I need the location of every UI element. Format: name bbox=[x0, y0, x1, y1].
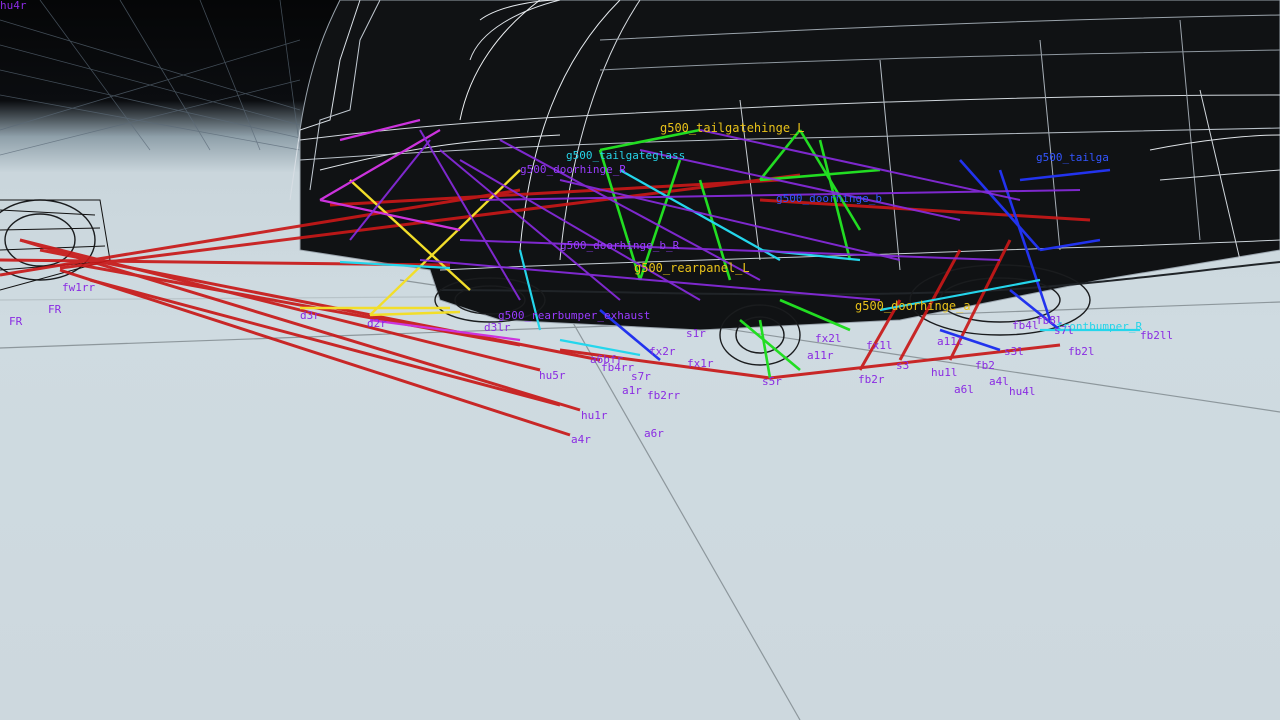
node-label-d3lr: d3lr bbox=[484, 321, 511, 334]
part-label-doorhinge-b-r: g500_doorhinge_b_R bbox=[560, 239, 680, 252]
node-label-hu5r: hu5r bbox=[539, 369, 566, 382]
part-label-tailgatehinge-l: g500_tailgatehinge_L bbox=[660, 121, 805, 135]
node-label-fx1r: fx1r bbox=[687, 357, 714, 370]
part-label-frontbumper-r: frontbumper_R bbox=[1056, 320, 1143, 333]
node-label-a6r: a6r bbox=[644, 427, 664, 440]
node-label-s5r: s5r bbox=[762, 375, 782, 388]
node-label-fb2: fb2 bbox=[975, 359, 995, 372]
node-label-hu1r: hu1r bbox=[581, 409, 608, 422]
node-label-fr2: FR bbox=[48, 303, 62, 316]
node-label-fb2l: fb2l bbox=[1068, 345, 1095, 358]
corner-node-tag: hu4r bbox=[0, 0, 27, 12]
sky-grid bbox=[0, 0, 301, 156]
node-label-fb4l: fb4l bbox=[1012, 319, 1039, 332]
vehicle-wireframe bbox=[289, 0, 1280, 331]
3d-viewport[interactable]: hu4r FR FR fw1rr d3r d2r d3lr hu5r hu1r … bbox=[0, 0, 1280, 720]
node-label-a6bfr: a6bfr bbox=[590, 353, 624, 366]
node-label-s3: s3 bbox=[896, 359, 910, 372]
node-label-fw1rr: fw1rr bbox=[62, 281, 96, 294]
node-label-a11l: a11l bbox=[937, 335, 964, 348]
part-label-doorhinge-r: g500_doorhinge_R bbox=[520, 163, 626, 176]
node-label-d3r: d3r bbox=[300, 309, 320, 322]
node-label-a4l: a4l bbox=[989, 375, 1009, 388]
part-label-tailgate: g500_tailga bbox=[1036, 151, 1109, 164]
part-label-doorhinge-b: g500_doorhinge_b bbox=[776, 192, 882, 205]
part-label-rearpanel-l: g500_rearpanel_L bbox=[634, 261, 750, 275]
node-label-fb2rr: fb2rr bbox=[647, 389, 681, 402]
node-label-hu1l: hu1l bbox=[931, 366, 958, 379]
node-label-fx2r: fx2r bbox=[649, 345, 676, 358]
node-label-s1r: s1r bbox=[686, 327, 706, 340]
jbeam-scene bbox=[0, 0, 1280, 720]
node-label-a11r: a11r bbox=[807, 349, 834, 362]
node-label-fb2ll: fb2ll bbox=[1140, 329, 1174, 342]
node-label-a4r: a4r bbox=[571, 433, 591, 446]
part-label-doorhinge-a: g500_doorhinge_a bbox=[855, 299, 971, 313]
node-label-fb2r: fb2r bbox=[858, 373, 885, 386]
node-label-a6l: a6l bbox=[954, 383, 974, 396]
node-label-d2r: d2r bbox=[367, 317, 387, 330]
node-label-hu4l: hu4l bbox=[1009, 385, 1036, 398]
part-label-rearbumper-exhaust: g500_rearbumper_exhaust bbox=[498, 309, 651, 322]
node-label-fx2l: fx2l bbox=[815, 332, 842, 345]
node-label-fx1l: fx1l bbox=[866, 339, 893, 352]
node-label-a1r: a1r bbox=[622, 384, 642, 397]
part-label-tailgateglass: g500_tailgateglass bbox=[566, 149, 686, 162]
node-label-fr: FR bbox=[9, 315, 23, 328]
node-label-s3l: s3l bbox=[1004, 345, 1024, 358]
